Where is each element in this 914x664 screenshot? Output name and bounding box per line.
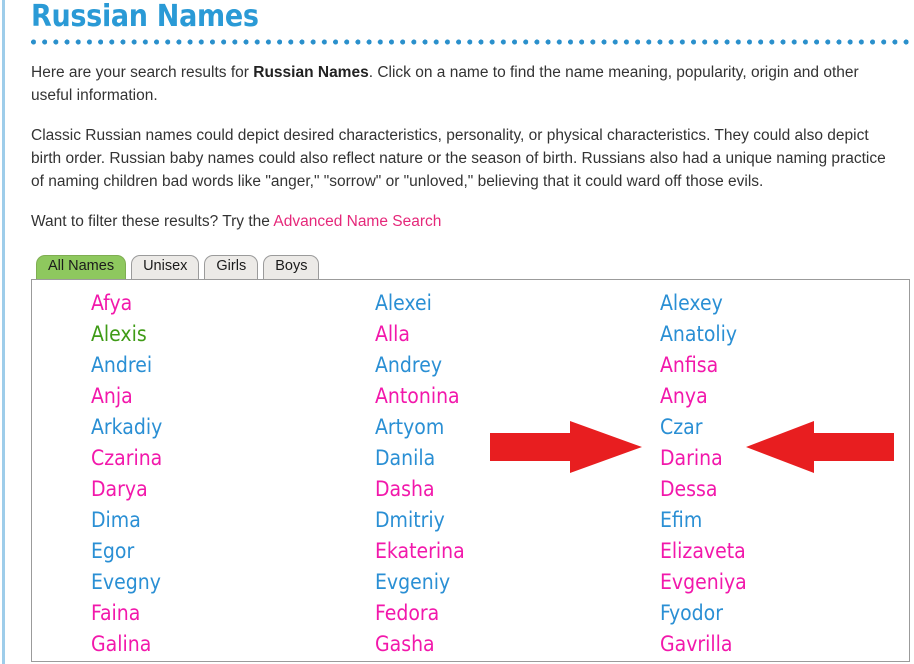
intro-text-before: Here are your search results for <box>31 64 254 81</box>
tab-boys[interactable]: Boys <box>263 255 320 279</box>
tab-girls[interactable]: Girls <box>204 255 259 279</box>
name-link[interactable]: Antonina <box>375 381 465 412</box>
name-link[interactable]: Afya <box>91 288 162 319</box>
name-link[interactable]: Gasha <box>375 629 465 660</box>
names-column-1: Afya Alexis Andrei Anja Arkadiy Czarina Darya D… <box>91 288 162 660</box>
name-link[interactable]: Fedora <box>375 598 465 629</box>
name-link[interactable]: Anya <box>660 381 747 412</box>
name-link[interactable]: Fyodor <box>660 598 747 629</box>
names-grid: Afya Alexis Andrei Anja Arkadiy Czarina Darya D… <box>32 280 909 656</box>
name-link[interactable]: Galina <box>91 629 162 660</box>
name-link[interactable]: Efim <box>660 505 747 536</box>
name-link[interactable]: Dmitriy <box>375 505 465 536</box>
name-link[interactable]: Alla <box>375 319 465 350</box>
name-link[interactable]: Evegny <box>91 567 162 598</box>
description-paragraph: Classic Russian names could depict desir… <box>31 127 886 190</box>
filter-prompt-text: Want to filter these results? Try the <box>31 213 274 230</box>
name-link[interactable]: Darya <box>91 474 162 505</box>
name-link[interactable]: Andrey <box>375 350 465 381</box>
name-link[interactable]: Alexey <box>660 288 747 319</box>
name-link[interactable]: Elizaveta <box>660 536 747 567</box>
name-results-panel: Afya Alexis Andrei Anja Arkadiy Czarina Darya D… <box>31 279 910 662</box>
filter-paragraph: Want to filter these results? Try the Ad… <box>31 210 901 233</box>
name-link[interactable]: Anatoliy <box>660 319 747 350</box>
name-link[interactable]: Czarina <box>91 443 162 474</box>
gender-filter-tabs: All Names Unisex Girls Boys <box>31 255 910 279</box>
name-link[interactable]: Dasha <box>375 474 465 505</box>
name-link[interactable]: Andrei <box>91 350 162 381</box>
name-link[interactable]: Ekaterina <box>375 536 465 567</box>
tab-unisex[interactable]: Unisex <box>131 255 200 279</box>
name-link[interactable]: Dessa <box>660 474 747 505</box>
names-column-2: Alexei Alla Andrey Antonina Artyom Danila Dash… <box>375 288 465 660</box>
intro-bold-term: Russian Names <box>253 64 369 81</box>
name-link[interactable]: Faina <box>91 598 162 629</box>
name-link[interactable]: Evgeniy <box>375 567 465 598</box>
intro-paragraph: Here are your search results for Russian… <box>31 61 901 107</box>
name-link[interactable]: Darina <box>660 443 747 474</box>
name-link[interactable]: Egor <box>91 536 162 567</box>
name-link[interactable]: Danila <box>375 443 465 474</box>
names-column-3: Alexey Anatoliy Anfisa Anya Czar Darina Dessa E… <box>660 288 747 660</box>
tab-all-names[interactable]: All Names <box>36 255 127 279</box>
name-link[interactable]: Anfisa <box>660 350 747 381</box>
name-link[interactable]: Dima <box>91 505 162 536</box>
name-link[interactable]: Gavrilla <box>660 629 747 660</box>
title-dotted-divider <box>31 39 910 45</box>
name-link[interactable]: Arkadiy <box>91 412 162 443</box>
name-link[interactable]: Czar <box>660 412 747 443</box>
name-link[interactable]: Alexis <box>91 319 162 350</box>
page-content: Russian Names Here are your search resul… <box>0 0 914 664</box>
name-link[interactable]: Alexei <box>375 288 465 319</box>
advanced-name-search-link[interactable]: Advanced Name Search <box>273 213 441 230</box>
name-link[interactable]: Anja <box>91 381 162 412</box>
name-link[interactable]: Artyom <box>375 412 465 443</box>
name-link[interactable]: Evgeniya <box>660 567 747 598</box>
page-title: Russian Names <box>31 0 259 34</box>
